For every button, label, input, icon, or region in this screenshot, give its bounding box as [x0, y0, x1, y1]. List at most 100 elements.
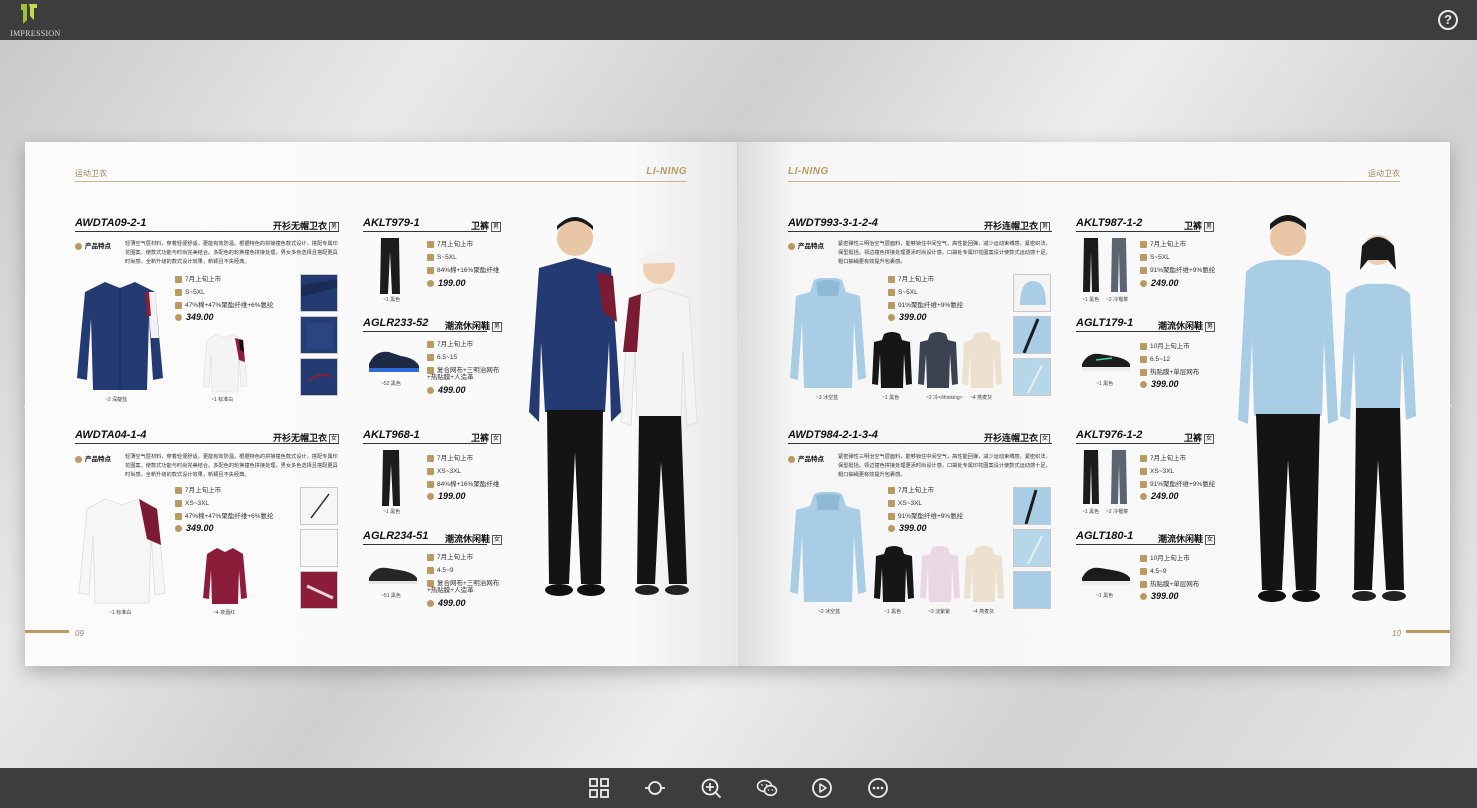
- sky-women-hoodie-image[interactable]: [788, 492, 868, 604]
- divider: [1076, 443, 1200, 444]
- logo[interactable]: IMPRESSION: [10, 2, 60, 38]
- more-icon[interactable]: [867, 777, 889, 799]
- spec-material: 复合网布+三明治网布+热贴膜+人造革: [427, 367, 505, 381]
- spec-size: XS~3XL: [888, 497, 922, 510]
- detail-swatch-zipper[interactable]: [1013, 316, 1051, 354]
- wechat-icon[interactable]: [756, 777, 778, 799]
- logo-mark-icon: [21, 4, 37, 24]
- product-description: 轻薄空气层材料，穿着轻便舒适，更能有效防温。根据特色的拼接撞色款式设计，搭配专属…: [125, 241, 338, 265]
- price: 199.00: [427, 491, 466, 501]
- detail-swatch-logo[interactable]: [300, 571, 338, 609]
- detail-swatch-fabric[interactable]: [300, 529, 338, 567]
- help-button[interactable]: ?: [1438, 10, 1458, 30]
- page-number-bar: [1406, 630, 1450, 633]
- spec-material: 91%聚酯纤维+9%氨纶: [1140, 478, 1215, 491]
- left-page[interactable]: 运动卫衣 LI-NING AWDTA09-2-1 开衫无帽卫衣男 产品特点 轻薄…: [25, 142, 737, 666]
- grey-pants-image[interactable]: [1110, 238, 1128, 292]
- divider: [788, 231, 1052, 232]
- collar-detail-image: [301, 279, 337, 297]
- spec-release: 7月上旬上市: [888, 273, 934, 286]
- spec-release: 7月上旬上市: [427, 551, 473, 564]
- black-pants-image[interactable]: [379, 238, 401, 294]
- logo-detail-image: [306, 584, 334, 600]
- detail-swatch-logo[interactable]: [300, 358, 338, 396]
- black-shoe-image[interactable]: [1080, 348, 1132, 374]
- divider: [1076, 544, 1200, 545]
- detail-swatch-zipper[interactable]: [1013, 487, 1051, 525]
- autoplay-icon[interactable]: [811, 777, 833, 799]
- product-code: AGLR233-52: [363, 317, 429, 329]
- color-caption: ~1 黑色: [383, 509, 401, 515]
- spec-size: 4.5~9: [1140, 565, 1166, 578]
- divider: [1076, 231, 1200, 232]
- product-code: AKLT979-1: [363, 217, 420, 229]
- divider: [75, 443, 339, 444]
- black-women-shoe-image[interactable]: [1080, 562, 1132, 588]
- grid-icon[interactable]: [588, 777, 610, 799]
- price: 499.00: [427, 385, 466, 395]
- white-jacket-image[interactable]: [201, 332, 249, 394]
- spec-size: 6.5~12: [1140, 353, 1170, 366]
- sky-hoodie-image[interactable]: [788, 278, 868, 390]
- detail-swatch-cord[interactable]: [1013, 358, 1051, 396]
- navy-jacket-image[interactable]: [75, 278, 165, 394]
- gender-badge: 女: [492, 534, 503, 545]
- color-caption: ~2 冷</thinking>: [926, 395, 963, 401]
- detail-swatch-hood[interactable]: [1013, 274, 1051, 312]
- page-category: 运动卫衣: [1368, 169, 1400, 178]
- divider: [1076, 331, 1200, 332]
- spec-size: S~5XL: [175, 286, 205, 299]
- detail-swatch-cord[interactable]: [1013, 529, 1051, 567]
- spec-size: XS~3XL: [175, 497, 209, 510]
- product-description: 轻薄空气层材料，穿着轻便舒适，更能有效防温。根据特色的拼接撞色款式设计，搭配专属…: [125, 454, 338, 478]
- product-code: AKLT976-1-2: [1076, 429, 1143, 441]
- black-women-shoe-image[interactable]: [367, 562, 419, 586]
- spec-release: 7月上旬上市: [427, 452, 473, 465]
- zoom-in-icon[interactable]: [700, 777, 722, 799]
- gender-badge: 女: [491, 433, 502, 444]
- price: 399.00: [1140, 379, 1179, 389]
- divider: [75, 231, 339, 232]
- black-pants-image[interactable]: [1082, 238, 1100, 292]
- grey-hoodie-image[interactable]: [918, 332, 958, 390]
- grey-pants-image[interactable]: [1110, 450, 1128, 504]
- product-code: AWDT993-3-1-2-4: [788, 217, 878, 229]
- zipper-detail-image: [1024, 489, 1038, 524]
- spec-release: 7月上旬上市: [1140, 452, 1186, 465]
- black-pants-image[interactable]: [381, 450, 401, 506]
- color-caption: ~2 冰空蓝: [818, 609, 841, 615]
- models-photo-right[interactable]: [1228, 210, 1428, 610]
- divider: [788, 443, 1052, 444]
- color-caption: ~1 黑色: [1096, 381, 1114, 387]
- models-photo-left[interactable]: [517, 212, 707, 612]
- spec-release: 7月上旬上市: [175, 484, 221, 497]
- oat-hoodie-image[interactable]: [962, 332, 1002, 390]
- right-page[interactable]: LI-NING 运动卫衣 AWDT993-3-1-2-4 开衫连帽卫衣男 产品特…: [738, 142, 1450, 666]
- spec-release: 7月上旬上市: [427, 338, 473, 351]
- black-pants-image[interactable]: [1082, 450, 1100, 504]
- black-shoe-image[interactable]: [367, 346, 421, 374]
- detail-swatch-collar[interactable]: [300, 487, 338, 525]
- price: 349.00: [175, 312, 214, 322]
- spec-release: 7月上旬上市: [888, 484, 934, 497]
- divider: [363, 331, 487, 332]
- detail-swatch-cuff[interactable]: [300, 316, 338, 354]
- spec-size: XS~3XL: [427, 465, 461, 478]
- page-brand: LI-NING: [646, 166, 687, 177]
- oat-women-hoodie-image[interactable]: [964, 546, 1004, 604]
- lilac-hoodie-image[interactable]: [920, 546, 960, 604]
- white-women-jacket-image[interactable]: [77, 495, 167, 607]
- color-caption: ~1 黑色: [1096, 593, 1114, 599]
- page-category: 运动卫衣: [75, 169, 107, 178]
- fit-page-icon[interactable]: [644, 777, 666, 799]
- detail-swatch-fabric[interactable]: [1013, 571, 1051, 609]
- price: 199.00: [427, 278, 466, 288]
- product-code: AGLT179-1: [1076, 317, 1134, 329]
- black-hoodie-image[interactable]: [872, 332, 912, 390]
- burgundy-jacket-image[interactable]: [201, 546, 249, 606]
- product-description: 紧密弹性三明治空气层面料，能够锁住中间空气，高性能回弹，减少运动束缚感，紧密织法…: [838, 454, 1051, 478]
- black-women-hoodie-image[interactable]: [874, 546, 914, 604]
- detail-swatch-collar[interactable]: [300, 274, 338, 312]
- feature-label: 产品特点: [75, 240, 111, 250]
- product-code: AWDTA09-2-1: [75, 217, 147, 229]
